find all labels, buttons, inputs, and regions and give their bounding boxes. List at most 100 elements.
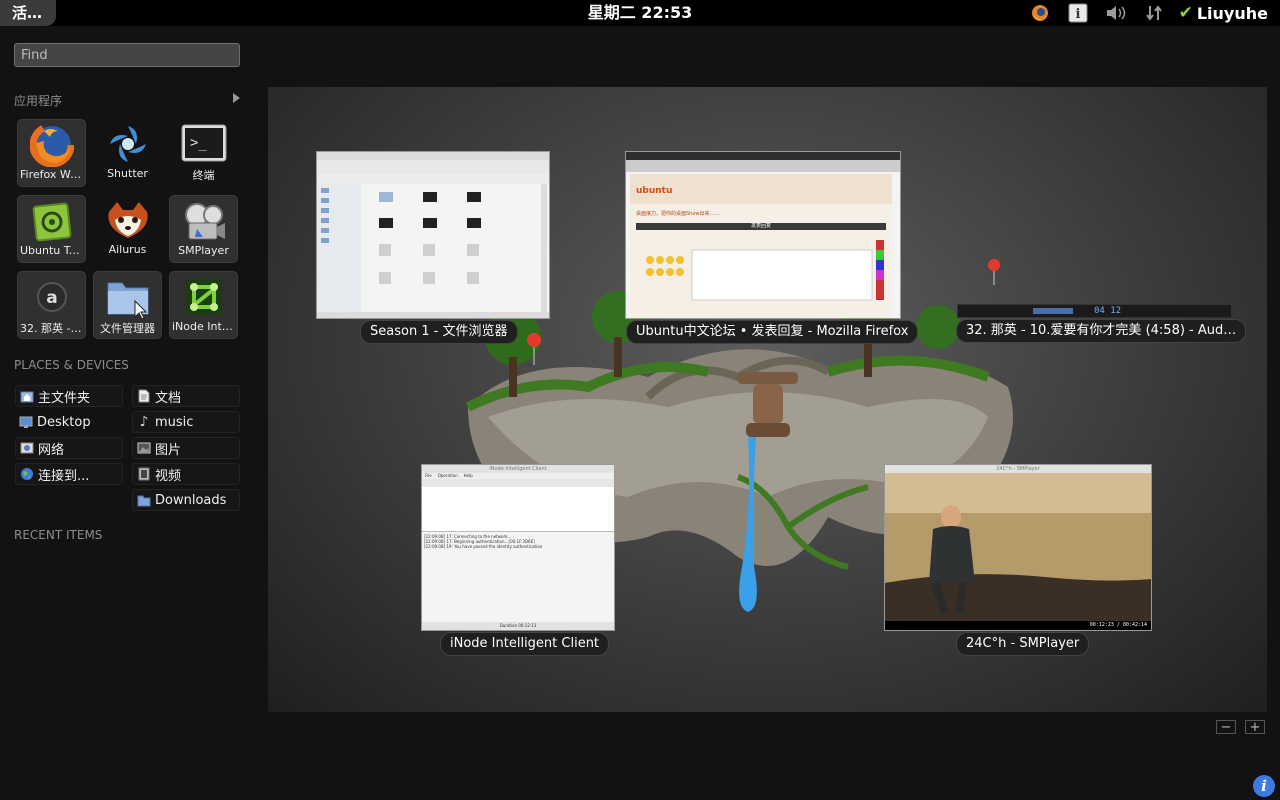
audacious-icon: a (26, 274, 78, 320)
globe-icon (20, 467, 34, 481)
place-connect-server[interactable]: 连接到... (15, 463, 123, 485)
firefox-icon (26, 122, 78, 168)
place-label: 主文件夹 (38, 390, 91, 406)
user-name: Liuyuhe (1196, 3, 1268, 23)
player-time: 04 12 (1094, 306, 1122, 316)
folder-icon (137, 493, 151, 507)
inode-titlebar: iNode Intelligent Client (422, 465, 614, 473)
app-label: 文件管理器 (100, 322, 155, 335)
window-label[interactable]: iNode Intelligent Client (440, 632, 610, 656)
video-time: 00:12:23 / 00:42:14 (1089, 622, 1147, 628)
network-icon[interactable] (1141, 3, 1167, 23)
app-label: SMPlayer (178, 244, 229, 257)
app-label: Shutter (107, 167, 148, 180)
activities-button[interactable]: 活… (0, 0, 57, 26)
picture-icon (137, 441, 151, 455)
place-label: music (155, 414, 194, 430)
desktop-icon (19, 415, 33, 429)
workspace-preview[interactable]: Season 1 - 文件浏览器 ubuntu 桌面接力，把你的桌面Show出来… (268, 87, 1267, 712)
ubuntu-tweak-icon (26, 198, 78, 244)
file-manager-icon (102, 274, 154, 320)
app-file-manager[interactable]: 文件管理器 (93, 271, 162, 339)
app-label: 32. 那英 - 1… (20, 322, 85, 335)
window-file-browser[interactable] (316, 151, 550, 319)
place-label: Downloads (155, 492, 227, 508)
place-downloads[interactable]: Downloads (132, 489, 240, 511)
window-label[interactable]: 24C°h - SMPlayer (956, 632, 1090, 656)
network-folder-icon (20, 441, 34, 455)
inode-status: Duration 00:12:13 (422, 622, 614, 630)
available-check-icon: ✔ (1178, 3, 1193, 23)
info-icon[interactable]: i (1253, 775, 1275, 797)
place-label: 视频 (155, 468, 182, 484)
window-audacious[interactable]: 04 12 (957, 304, 1232, 318)
system-tray: i ✔ Liuyuhe (1021, 0, 1280, 26)
window-label[interactable]: Season 1 - 文件浏览器 (360, 320, 518, 344)
app-terminal[interactable]: >_ 终端 (169, 119, 238, 187)
window-inode[interactable]: iNode Intelligent Client File Operation … (421, 464, 615, 631)
place-label: 文档 (155, 390, 182, 406)
svg-text:a: a (46, 288, 57, 308)
reply-bar: 发表回复 (636, 223, 886, 230)
place-music[interactable]: ♪ music (132, 411, 240, 433)
inode-menu-help: Help (463, 473, 473, 478)
place-desktop[interactable]: Desktop (15, 411, 127, 433)
info-tray-icon[interactable]: i (1065, 3, 1091, 23)
firefox-tray-icon[interactable] (1027, 3, 1053, 23)
zoom-in-button[interactable]: + (1245, 720, 1265, 734)
app-inode[interactable]: iNode Intel… (169, 271, 238, 339)
app-ailurus[interactable]: Ailurus (93, 195, 162, 263)
shutter-icon (102, 121, 154, 167)
inode-menu-operation: Operation (437, 473, 458, 478)
app-smplayer[interactable]: SMPlayer (169, 195, 238, 263)
clock[interactable]: 星期二 22:53 (588, 3, 693, 22)
places-section-title: PLACES & DEVICES (14, 358, 129, 372)
search-input[interactable] (15, 44, 239, 67)
window-smplayer[interactable]: 24C°h - SMPlayer 00:12:23 / 00:42:14 (884, 464, 1152, 631)
svg-text:>_: >_ (190, 135, 207, 151)
app-firefox[interactable]: Firefox We… (17, 119, 86, 187)
place-documents[interactable]: 文档 (132, 385, 240, 407)
recent-section-title: RECENT ITEMS (14, 528, 103, 542)
app-shutter[interactable]: Shutter (93, 119, 162, 187)
smplayer-icon (178, 198, 230, 244)
zoom-out-button[interactable]: − (1216, 720, 1236, 734)
terminal-icon: >_ (178, 121, 230, 167)
document-icon (137, 389, 151, 403)
place-home[interactable]: 主文件夹 (15, 385, 123, 407)
film-icon (137, 467, 151, 481)
svg-text:i: i (1075, 7, 1080, 22)
window-label[interactable]: Ubuntu中文论坛 • 发表回复 - Mozilla Firefox (626, 320, 919, 344)
app-ubuntu-tweak[interactable]: Ubuntu Tw… (17, 195, 86, 263)
app-label: Firefox We… (20, 168, 85, 181)
place-videos[interactable]: 视频 (132, 463, 240, 485)
file-browser-thumbnail (317, 152, 549, 318)
place-label: 连接到... (38, 468, 90, 484)
app-label: Ubuntu Tw… (20, 244, 85, 257)
window-label[interactable]: 32. 那英 - 10.爱要有你才完美 (4:58) - Aud… (956, 319, 1247, 343)
app-audacious[interactable]: a 32. 那英 - 1… (17, 271, 86, 339)
music-note-icon: ♪ (139, 414, 149, 430)
ubuntu-logo: ubuntu (636, 186, 673, 196)
home-folder-icon (20, 389, 34, 403)
window-firefox[interactable]: ubuntu 桌面接力，把你的桌面Show出来…… 发表回复 (625, 151, 901, 319)
reply-form-thumbnail (646, 240, 884, 301)
place-label: Desktop (37, 414, 91, 430)
app-label: iNode Intel… (172, 320, 237, 333)
app-label: Ailurus (108, 243, 147, 256)
ailurus-icon (102, 197, 154, 243)
video-frame (885, 473, 1151, 621)
user-menu[interactable]: ✔ Liuyuhe (1179, 3, 1268, 23)
place-label: 网络 (38, 442, 65, 458)
forum-heading: 桌面接力，把你的桌面Show出来…… (636, 211, 720, 217)
apps-expand-arrow-icon[interactable] (233, 93, 240, 103)
smplayer-titlebar: 24C°h - SMPlayer (885, 465, 1151, 473)
volume-icon[interactable] (1103, 3, 1129, 23)
top-panel: 活… 星期二 22:53 i ✔ Liuyuhe (0, 0, 1280, 26)
place-network[interactable]: 网络 (15, 437, 123, 459)
inode-log-line: [22:09:08] 19: You have passed the ident… (424, 544, 543, 549)
inode-menu-file: File (425, 473, 432, 478)
applications-section-title: 应用程序 (14, 94, 63, 108)
search-box (14, 43, 240, 67)
place-pictures[interactable]: 图片 (132, 437, 240, 459)
